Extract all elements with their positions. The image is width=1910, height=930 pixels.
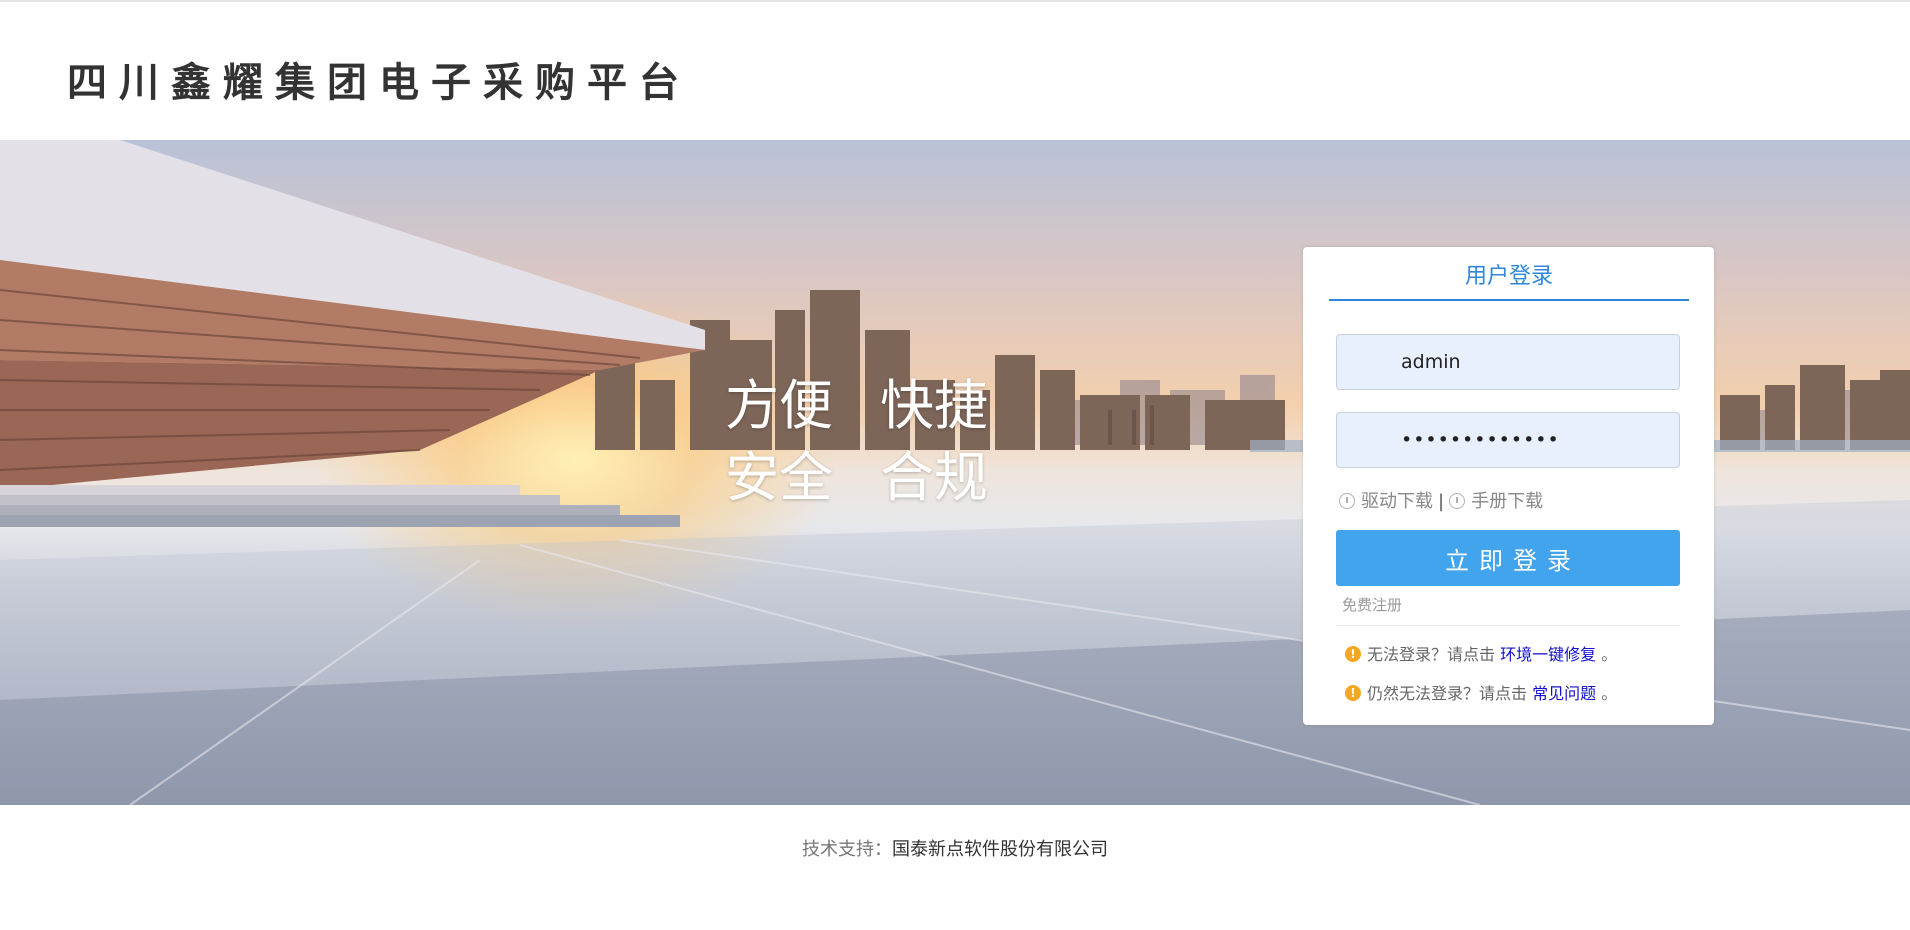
login-button[interactable]: 立即登录	[1336, 530, 1680, 586]
username-input[interactable]	[1336, 334, 1680, 390]
help-line-env-repair: ! 无法登录？请点击 环境一键修复 。	[1345, 641, 1617, 665]
driver-download-link[interactable]: 驱动下载	[1361, 491, 1433, 512]
slogan-row: 安全 合规	[725, 442, 1035, 514]
slogan-row: 方便 快捷	[725, 370, 1035, 442]
footer-label: 技术支持：	[802, 839, 892, 860]
slogan-word: 方便	[725, 374, 833, 437]
divider	[1336, 625, 1680, 626]
download-icon	[1449, 493, 1466, 509]
footer-company: 国泰新点软件股份有限公司	[892, 839, 1108, 860]
slogan: 方便 快捷 安全 合规	[725, 370, 1035, 514]
login-card: 用户登录 驱动下载| 手册下载 立即登录 免费注册 ! 无法登录？请点击 环境一键修…	[1303, 247, 1714, 725]
slogan-word: 快捷	[880, 374, 988, 437]
warning-icon: !	[1345, 685, 1361, 701]
help-line-faq: ! 仍然无法登录？请点击 常见问题 。	[1345, 680, 1617, 704]
download-links: 驱动下载 | 手册下载	[1339, 487, 1543, 513]
site-footer: 技术支持：国泰新点软件股份有限公司	[0, 805, 1910, 930]
tab-user-login[interactable]: 用户登录	[1329, 261, 1689, 301]
password-input[interactable]	[1336, 412, 1680, 468]
env-repair-link[interactable]: 环境一键修复	[1500, 645, 1596, 664]
download-icon	[1339, 493, 1355, 509]
site-title: 四川鑫耀集团电子采购平台	[67, 60, 691, 106]
register-link[interactable]: 免费注册	[1342, 594, 1402, 615]
help-text: 无法登录？请点击	[1367, 645, 1496, 664]
help-text: 仍然无法登录？请点击	[1367, 684, 1528, 703]
hero-banner: 方便快捷 安全合规 用户登录 驱动下载| 手册下载 立即登录 免费注册 ! 无法登录…	[0, 140, 1910, 805]
manual-download-link[interactable]: 手册下载	[1471, 491, 1543, 512]
site-header: 四川鑫耀集团电子采购平台	[0, 0, 1910, 140]
help-end: 。	[1601, 684, 1618, 703]
separator: |	[1438, 491, 1445, 512]
warning-icon: !	[1345, 646, 1361, 662]
slogan-word: 安全	[725, 446, 833, 509]
footer-text: 技术支持：国泰新点软件股份有限公司	[0, 835, 1910, 861]
slogan-word: 合规	[880, 446, 988, 509]
faq-link[interactable]: 常见问题	[1532, 684, 1596, 703]
help-end: 。	[1601, 645, 1618, 664]
